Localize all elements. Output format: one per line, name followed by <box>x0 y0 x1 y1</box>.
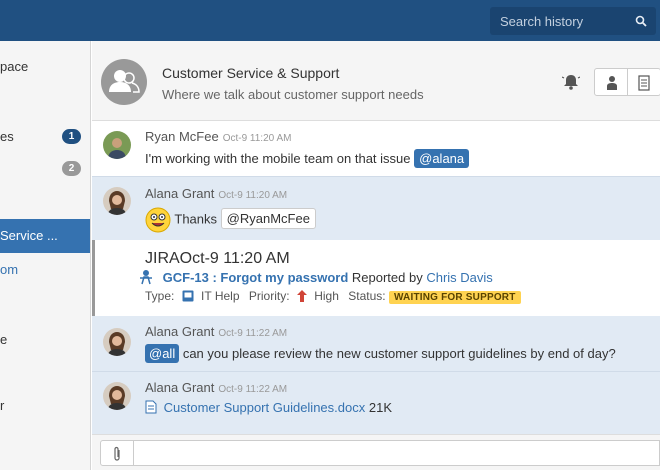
sidebar-item-label: pace <box>0 59 29 74</box>
mention-tag[interactable]: @alana <box>414 149 470 168</box>
paperclip-icon <box>114 446 120 461</box>
jira-issue-line: GCF-13 : Forgot my password Reported by … <box>140 269 493 285</box>
sidebar-item-label: es <box>0 129 14 144</box>
sidebar-item-label: r <box>0 398 5 413</box>
search-icon[interactable] <box>635 15 647 27</box>
message-text: I'm working with the mobile team on that… <box>145 149 470 168</box>
reporter-link[interactable]: Chris Davis <box>426 270 492 285</box>
sidebar-item-es[interactable]: es 1 <box>0 126 90 148</box>
members-button[interactable] <box>594 68 628 96</box>
people-icon <box>109 70 140 93</box>
search-input[interactable] <box>490 7 630 35</box>
sidebar-item-unread[interactable]: 2 <box>0 158 90 180</box>
message-author: Alana Grant Oct-9 11:22 AM <box>145 380 288 395</box>
avatar <box>103 187 131 215</box>
emoticon-icon <box>145 207 171 233</box>
message-item: Alana Grant Oct-9 11:22 AM Customer Suppo… <box>92 371 660 434</box>
room-header: Customer Service & Support Where we talk… <box>92 41 660 121</box>
message-text: Thanks @RyanMcFee <box>145 207 316 233</box>
sidebar-item-customer-service[interactable]: Service ... <box>0 219 90 253</box>
message-time: Oct-9 11:22 AM <box>218 384 288 395</box>
message-author: JIRAOct-9 11:20 AM <box>145 250 290 267</box>
issue-link[interactable]: GCF-13 : Forgot my password <box>163 270 349 285</box>
status-badge: WAITING FOR SUPPORT <box>388 291 521 304</box>
avatar <box>103 131 131 159</box>
composer <box>92 434 660 470</box>
unread-badge: 2 <box>62 161 81 176</box>
message-author: Alana Grant Oct-9 11:22 AM <box>145 324 288 339</box>
sidebar-item-e[interactable]: e <box>0 329 90 351</box>
priority-up-arrow-icon <box>296 290 307 302</box>
room-title: Customer Service & Support <box>162 65 340 81</box>
search-box[interactable] <box>490 7 656 35</box>
sidebar-item-space[interactable]: pace <box>0 56 90 78</box>
message-item: Ryan McFee Oct-9 11:20 AM I'm working wit… <box>92 121 660 176</box>
attach-button[interactable] <box>100 440 134 466</box>
chat-main: Customer Service & Support Where we talk… <box>92 41 660 470</box>
message-time: Oct-9 11:20 AM <box>218 190 288 201</box>
message-text: @all can you please review the new custo… <box>145 344 616 363</box>
message-author: Alana Grant Oct-9 11:20 AM <box>145 186 288 201</box>
room-topic: Where we talk about customer support nee… <box>162 87 424 102</box>
mention-tag[interactable]: @all <box>145 344 180 363</box>
person-icon <box>607 76 617 90</box>
message-item: Alana Grant Oct-9 11:22 AM @all can you p… <box>92 316 660 371</box>
files-button[interactable] <box>627 68 660 96</box>
sidebar-item-room[interactable]: om <box>0 259 90 281</box>
bell-icon[interactable] <box>562 73 580 91</box>
file-icon <box>145 400 157 414</box>
issue-type-icon <box>182 290 194 302</box>
message-author: Ryan McFee Oct-9 11:20 AM <box>145 129 292 144</box>
sidebar: pace es 1 2 Service ... om e r <box>0 41 91 470</box>
message-time: Oct-9 11:22 AM <box>218 328 288 339</box>
file-size: 21K <box>368 400 392 415</box>
avatar <box>103 328 131 356</box>
message-input[interactable] <box>134 440 660 466</box>
avatar <box>103 382 131 410</box>
jira-notification: JIRAOct-9 11:20 AM GCF-13 : Forgot my pa… <box>92 240 660 316</box>
sidebar-item-label: Service ... <box>0 228 58 243</box>
message-item: Alana Grant Oct-9 11:20 AM Thanks @RyanMc… <box>92 176 660 240</box>
sidebar-item-label: om <box>0 262 19 277</box>
sidebar-item-label: e <box>0 332 8 347</box>
jira-icon <box>140 270 152 285</box>
top-bar <box>0 0 660 41</box>
unread-badge: 1 <box>62 129 81 144</box>
message-time: Oct-9 11:20 AM <box>222 133 292 144</box>
sidebar-item-r[interactable]: r <box>0 395 90 417</box>
document-icon <box>638 75 650 91</box>
mention-tag[interactable]: @RyanMcFee <box>220 208 316 230</box>
jira-details-line: Type: IT Help Priority: High Status: WAI… <box>145 289 521 304</box>
file-link[interactable]: Customer Support Guidelines.docx <box>164 400 366 415</box>
room-avatar <box>101 59 147 105</box>
message-time: Oct-9 11:20 AM <box>179 250 290 267</box>
file-attachment: Customer Support Guidelines.docx 21K <box>145 400 392 415</box>
